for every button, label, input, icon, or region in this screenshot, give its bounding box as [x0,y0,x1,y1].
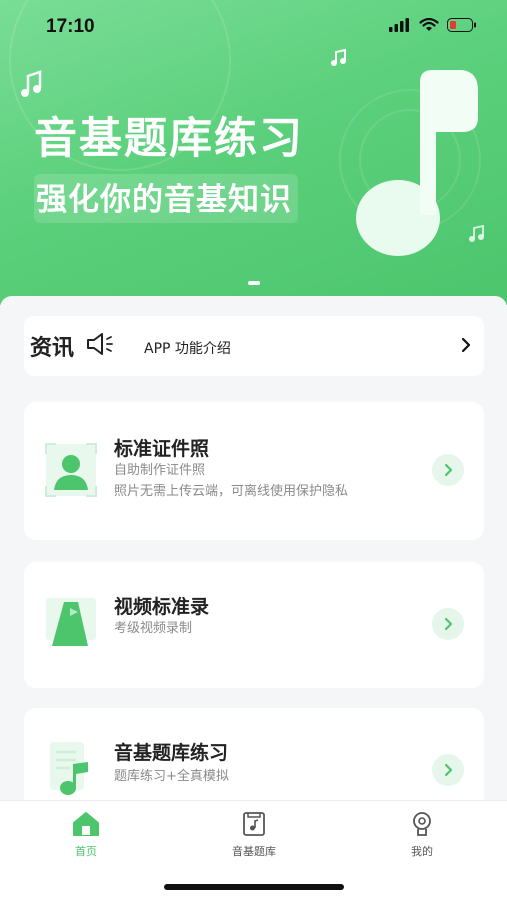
chevron-right-icon [444,617,453,631]
speaker-icon [87,333,113,355]
tab-label: 首页 [75,845,97,858]
card-music-theory-practice[interactable]: 音基题库练习 题库练习+全真模拟 [24,708,484,800]
card-desc-line: 考级视频录制 [114,621,193,636]
news-bar[interactable]: 资讯 APP 功能介绍 [24,316,484,376]
card-desc-line: 自助制作证件照 [114,463,206,478]
status-bar: 17:10 [0,0,507,52]
battery-icon [447,18,476,32]
tab-label: 音基题库 [232,845,276,858]
id-photo-icon [45,443,97,497]
news-text: APP 功能介绍 [144,341,231,357]
banner-page-indicator [248,281,260,285]
music-sheet-icon [50,742,88,795]
card-desc: 自助制作证件照 照片无需上传云端，可离线使用保护隐私 [114,460,348,502]
banner-subtitle: 强化你的音基知识 [34,174,298,223]
chevron-right-icon [444,763,453,777]
card-title: 音基题库练习 [114,742,229,764]
tab-label: 我的 [411,845,433,858]
chevron-right-icon [444,463,453,477]
content-area: 资讯 APP 功能介绍 标准证件照 自助制作证件照 照片无需上传云端，可离线使用… [0,296,507,800]
news-title: 资讯 [30,336,75,361]
card-desc-line: 题库练习+全真模拟 [114,769,229,784]
home-indicator [164,884,344,890]
card-desc: 考级视频录制 [114,618,192,639]
music-book-icon [243,812,265,836]
card-desc: 题库练习+全真模拟 [114,766,229,787]
cellular-signal-icon [389,18,409,32]
banner-title: 音基题库练习 [34,114,304,164]
card-open-button[interactable] [432,608,464,640]
card-video-record[interactable]: 视频标准录 考级视频录制 [24,562,484,688]
home-icon [73,812,99,836]
card-id-photo[interactable]: 标准证件照 自助制作证件照 照片无需上传云端，可离线使用保护隐私 [24,402,484,540]
card-desc-line: 照片无需上传云端，可离线使用保护隐私 [114,484,349,499]
status-icons [389,18,477,32]
card-title: 视频标准录 [114,596,210,618]
tab-music-bank[interactable]: 音基题库 [204,811,304,867]
wifi-icon [419,18,439,31]
chevron-right-icon [461,337,471,353]
video-record-icon [46,598,96,646]
card-open-button[interactable] [432,754,464,786]
tab-home[interactable]: 首页 [36,811,136,867]
card-open-button[interactable] [432,454,464,486]
profile-icon [413,812,431,836]
tab-profile[interactable]: 我的 [372,811,472,867]
status-time: 17:10 [46,16,95,37]
card-title: 标准证件照 [114,438,210,460]
